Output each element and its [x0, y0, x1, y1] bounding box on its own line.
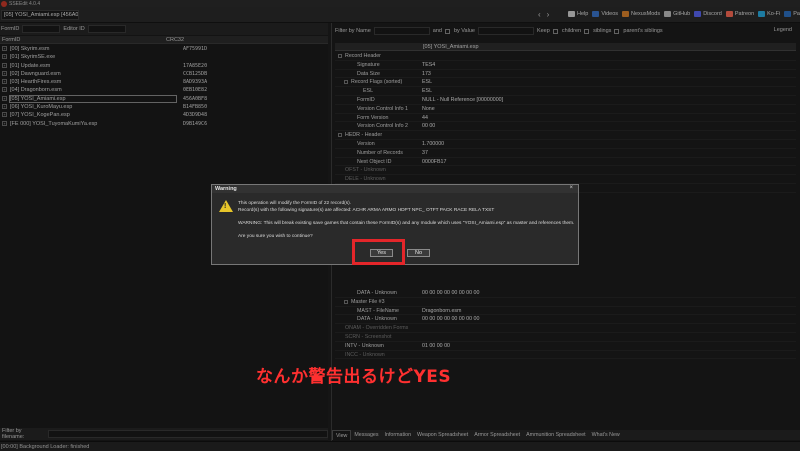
yes-button-highlight [352, 239, 405, 265]
dialog-message-line-1: This operation will modify the FormID of… [238, 201, 352, 206]
dialog-warning-text: WARNING: This will break existing save g… [238, 221, 575, 226]
dialog-message-line-2: Record(s) with the following signature(s… [238, 208, 495, 213]
no-button[interactable]: No [407, 249, 430, 257]
dialog-question: Are you sure you wish to continue? [238, 234, 313, 239]
dialog-title: Warning [212, 185, 578, 193]
annotation-caption: なんか警告出るけどYES [256, 367, 452, 387]
warning-exclamation-icon: ! [224, 203, 227, 210]
dialog-close-icon[interactable]: × [569, 185, 573, 191]
